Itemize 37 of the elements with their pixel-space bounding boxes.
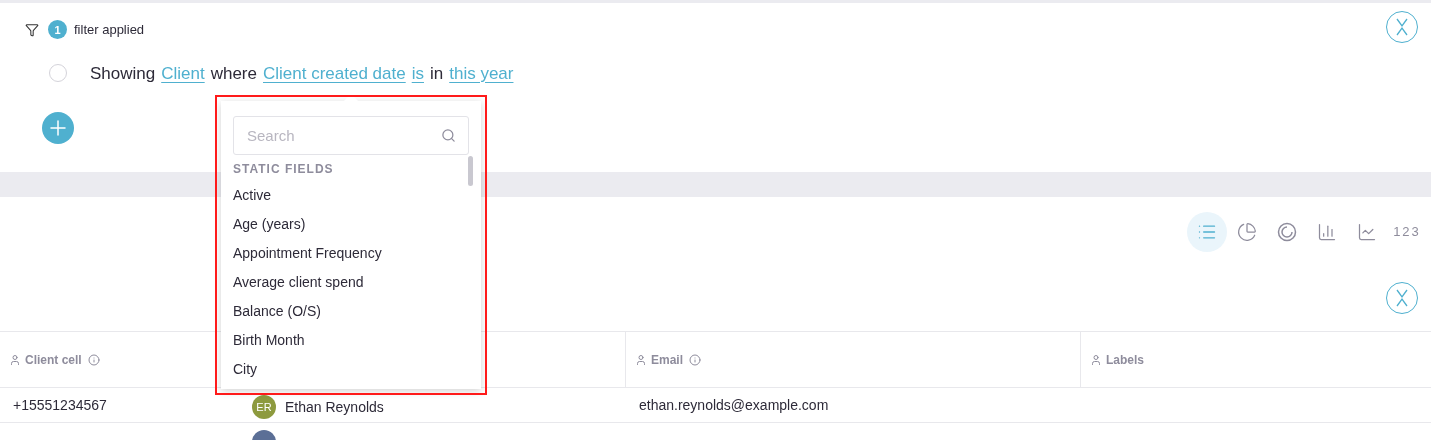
field-option[interactable]: Birth Month	[233, 326, 468, 355]
person-icon	[1090, 353, 1102, 366]
donut-chart-icon	[1277, 222, 1297, 242]
rule-text: where	[210, 62, 257, 85]
collapse-button[interactable]	[1386, 282, 1418, 314]
field-option[interactable]: City	[233, 355, 468, 384]
field-option[interactable]: Appointment Frequency	[233, 239, 468, 268]
field-option[interactable]: Age (years)	[233, 210, 468, 239]
field-option[interactable]: Active	[233, 181, 468, 210]
rule-text: Showing	[90, 62, 156, 85]
client-name[interactable]: Ethan Reynolds	[285, 396, 384, 418]
rule-text: in	[430, 62, 444, 85]
table-cell-text: +15551234567	[12, 396, 108, 415]
line-chart-icon	[1357, 222, 1377, 242]
search-field[interactable]: Search	[233, 116, 469, 155]
add-rule-button[interactable]	[42, 112, 74, 144]
search-icon	[441, 128, 456, 143]
person-icon	[9, 353, 21, 366]
filter-status-text: filter applied	[74, 21, 145, 39]
field-option[interactable]: Balance (O/S)	[233, 297, 468, 326]
avatar: ER	[252, 395, 276, 419]
filter-icon	[25, 22, 39, 37]
collapse-icon	[1395, 18, 1409, 36]
info-icon	[87, 353, 100, 366]
field-option[interactable]: Average client spend	[233, 268, 468, 297]
section-heading: STATIC FIELDS	[233, 161, 335, 178]
pie-chart-icon	[1237, 222, 1257, 242]
info-icon	[689, 353, 701, 366]
person-icon	[635, 353, 647, 366]
filter-count-badge: 1	[48, 20, 67, 40]
view-type-button[interactable]	[1187, 212, 1227, 252]
bar-chart-icon	[1317, 222, 1337, 242]
table-cell-text: ethan.reynolds@example.com	[638, 396, 830, 415]
collapse-button[interactable]	[1386, 11, 1418, 43]
collapse-icon	[1395, 289, 1409, 307]
scrollbar[interactable]	[468, 156, 473, 186]
rule-radio[interactable]	[49, 64, 67, 83]
